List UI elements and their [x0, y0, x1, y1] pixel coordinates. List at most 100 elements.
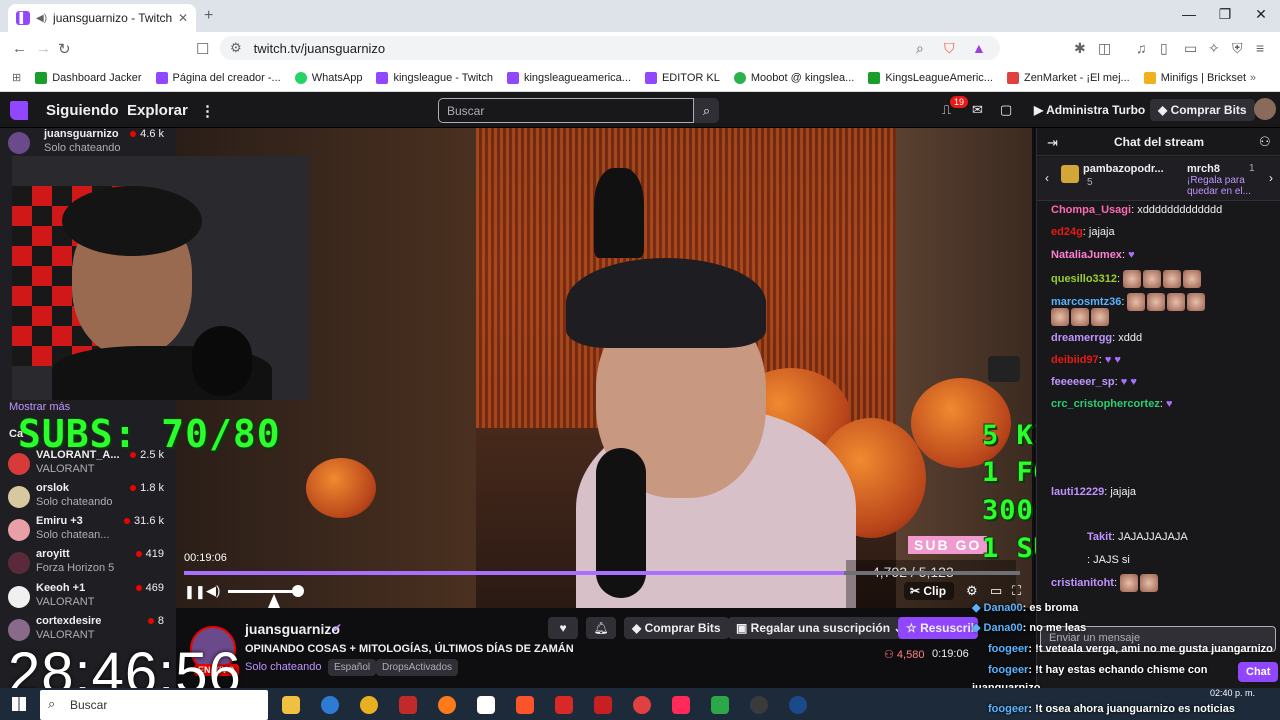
heart-emote-icon: ♥ — [1165, 398, 1173, 410]
media-icon[interactable]: ♫ — [1136, 40, 1147, 56]
bookmark-favicon-icon — [1143, 71, 1156, 84]
taskbar-search[interactable]: Buscar — [40, 690, 268, 720]
settings-icon[interactable]: ⚙ — [966, 583, 978, 599]
bookmark-icon[interactable]: ☐ — [196, 40, 209, 58]
bookmark-item[interactable]: WhatsApp — [294, 71, 362, 84]
url-field[interactable]: ⚙ twitch.tv/juansguarnizo — [220, 36, 1000, 60]
edge-icon[interactable] — [321, 696, 339, 714]
channel-name[interactable]: juansguarnizo — [245, 621, 340, 637]
app-icon[interactable] — [399, 696, 417, 714]
new-tab-icon[interactable]: + — [204, 7, 213, 25]
explore-link[interactable]: Explorar — [127, 102, 188, 119]
bookmark-item[interactable]: kingsleagueamerica... — [506, 71, 631, 84]
second-gifter[interactable]: mrch8 — [1187, 163, 1220, 175]
zoom-icon[interactable]: ⌕ — [916, 40, 924, 57]
brave-rewards-icon[interactable]: ▲ — [972, 40, 986, 56]
gift-sub-button[interactable]: ▣ Regalar una suscripción ⌄ — [728, 617, 912, 639]
tag[interactable]: Español — [328, 659, 377, 676]
chevron-right-icon[interactable]: › — [1269, 171, 1273, 185]
search-input[interactable]: Buscar — [438, 98, 694, 123]
bookmark-item[interactable]: ZenMarket - ¡El mej... — [1006, 71, 1130, 84]
category-link[interactable]: Solo chateando — [245, 661, 321, 673]
steam-icon[interactable] — [789, 696, 807, 714]
clip-button[interactable]: ✂ Clip — [904, 582, 954, 600]
volume-knob[interactable] — [292, 585, 304, 597]
volume-icon[interactable]: ◀) — [206, 583, 220, 599]
vpn-icon[interactable]: ⛨ — [1232, 40, 1243, 57]
bookmark-favicon-icon — [155, 71, 168, 84]
sidebar-channel[interactable]: orslok Solo chateando 1.8 k — [8, 482, 168, 514]
tag[interactable]: DropsActivados — [376, 659, 459, 676]
theatre-mode-icon[interactable]: ▭ — [990, 583, 1002, 599]
turbo-button[interactable]: ▶ Administra Turbo — [1026, 99, 1153, 121]
buy-bits-button[interactable]: ◆ Comprar Bits — [1150, 99, 1255, 121]
collapse-chat-icon[interactable]: ⇥ — [1047, 135, 1058, 151]
following-link[interactable]: Siguiendo — [46, 102, 119, 119]
site-info-icon[interactable]: ⚙ — [230, 40, 242, 56]
reload-icon[interactable]: ↻ — [58, 40, 71, 58]
bookmark-item[interactable]: Dashboard Jacker — [35, 71, 142, 84]
windows-start-icon[interactable] — [12, 697, 26, 711]
close-tab-icon[interactable]: ✕ — [178, 11, 188, 25]
buy-bits-info-button[interactable]: ◆ Comprar Bits — [624, 617, 729, 639]
emote-icon — [1167, 293, 1186, 311]
sidebar-icon[interactable]: ▯ — [1160, 40, 1168, 57]
extensions-icon[interactable]: ✱ — [1074, 40, 1086, 57]
brave-icon[interactable] — [516, 696, 534, 714]
wallet-icon[interactable]: ▭ — [1184, 40, 1197, 57]
community-icon[interactable]: ⚇ — [1259, 134, 1271, 150]
search-icon[interactable]: ⌕ — [694, 98, 719, 123]
screenshot-icon[interactable]: ◫ — [1098, 40, 1111, 57]
chat-send-button[interactable]: Chat — [1238, 662, 1279, 682]
pause-icon[interactable]: ❚❚ — [184, 584, 206, 600]
volume-slider[interactable] — [228, 590, 298, 593]
user-avatar[interactable] — [1254, 98, 1276, 120]
brave-shield-icon[interactable]: ⛉ — [944, 40, 955, 57]
follow-heart-icon[interactable]: ♥ — [548, 617, 578, 639]
bookmark-item[interactable]: KingsLeagueAmeric... — [868, 71, 993, 84]
bookmark-item[interactable]: Minifigs | Brickset — [1143, 71, 1246, 84]
app-icon[interactable] — [711, 696, 729, 714]
more-menu-icon[interactable]: ⋮ — [200, 102, 215, 120]
bookmark-item[interactable]: EDITOR KL — [644, 71, 720, 84]
chevron-left-icon[interactable]: ‹ — [1045, 171, 1049, 185]
close-window-icon[interactable]: ✕ — [1246, 6, 1276, 23]
sidebar-channel[interactable]: Keeoh +1 VALORANT 469 — [8, 582, 168, 614]
bookmark-item[interactable]: Página del creador -... — [155, 71, 281, 84]
fullscreen-icon[interactable]: ⛶ — [1012, 583, 1021, 599]
chat-emote-line — [1051, 308, 1111, 326]
firefox-icon[interactable] — [438, 696, 456, 714]
tiktok-icon[interactable] — [672, 696, 690, 714]
leo-icon[interactable]: ✧ — [1208, 40, 1220, 57]
sidebar-channel[interactable]: Emiru +3 Solo chatean... 31.6 k — [8, 515, 168, 547]
menu-icon[interactable]: ≡ — [1256, 40, 1264, 56]
chrome-icon[interactable] — [360, 696, 378, 714]
resubscribe-button[interactable]: ☆ Resuscrib — [898, 617, 978, 639]
sidebar-channel[interactable]: aroyitt Forza Horizon 5 419 — [8, 548, 168, 580]
file-explorer-icon[interactable] — [282, 696, 300, 714]
notification-bell-icon[interactable]: 🔔︎ — [586, 617, 616, 639]
minimize-icon[interactable]: — — [1174, 6, 1204, 22]
twitch-logo-icon[interactable] — [10, 101, 28, 120]
top-gifter[interactable]: pambazopodr... — [1083, 163, 1164, 175]
more-bookmarks-icon[interactable]: » — [1250, 72, 1256, 84]
restore-icon[interactable]: ❐ — [1210, 6, 1240, 23]
app-icon[interactable] — [594, 696, 612, 714]
capcut-icon[interactable] — [477, 696, 495, 714]
browser-tab[interactable]: ▌ ◀) juansguarnizo - Twitch ✕ — [8, 4, 196, 32]
apps-grid-icon[interactable]: ⊞ — [12, 71, 21, 84]
forward-icon[interactable]: → — [36, 40, 51, 57]
whispers-icon[interactable]: ✉ — [972, 102, 983, 118]
back-icon[interactable]: ← — [12, 40, 27, 57]
seek-bar[interactable] — [184, 571, 1020, 575]
emote-icon — [1051, 308, 1069, 326]
stream-info-bar: EN VIVO juansguarnizo ✔ OPINANDO COSAS +… — [176, 608, 1032, 688]
bookmark-item[interactable]: Moobot @ kingslea... — [733, 71, 854, 84]
chat-bubble-icon[interactable]: ▢ — [1000, 102, 1012, 118]
obs-icon[interactable] — [750, 696, 768, 714]
emote-icon — [1123, 270, 1142, 288]
maps-icon[interactable] — [633, 696, 651, 714]
clip-icon: ✂ — [910, 584, 924, 598]
bookmark-item[interactable]: kingsleague - Twitch — [376, 71, 493, 84]
voicemeeter-icon[interactable] — [555, 696, 573, 714]
